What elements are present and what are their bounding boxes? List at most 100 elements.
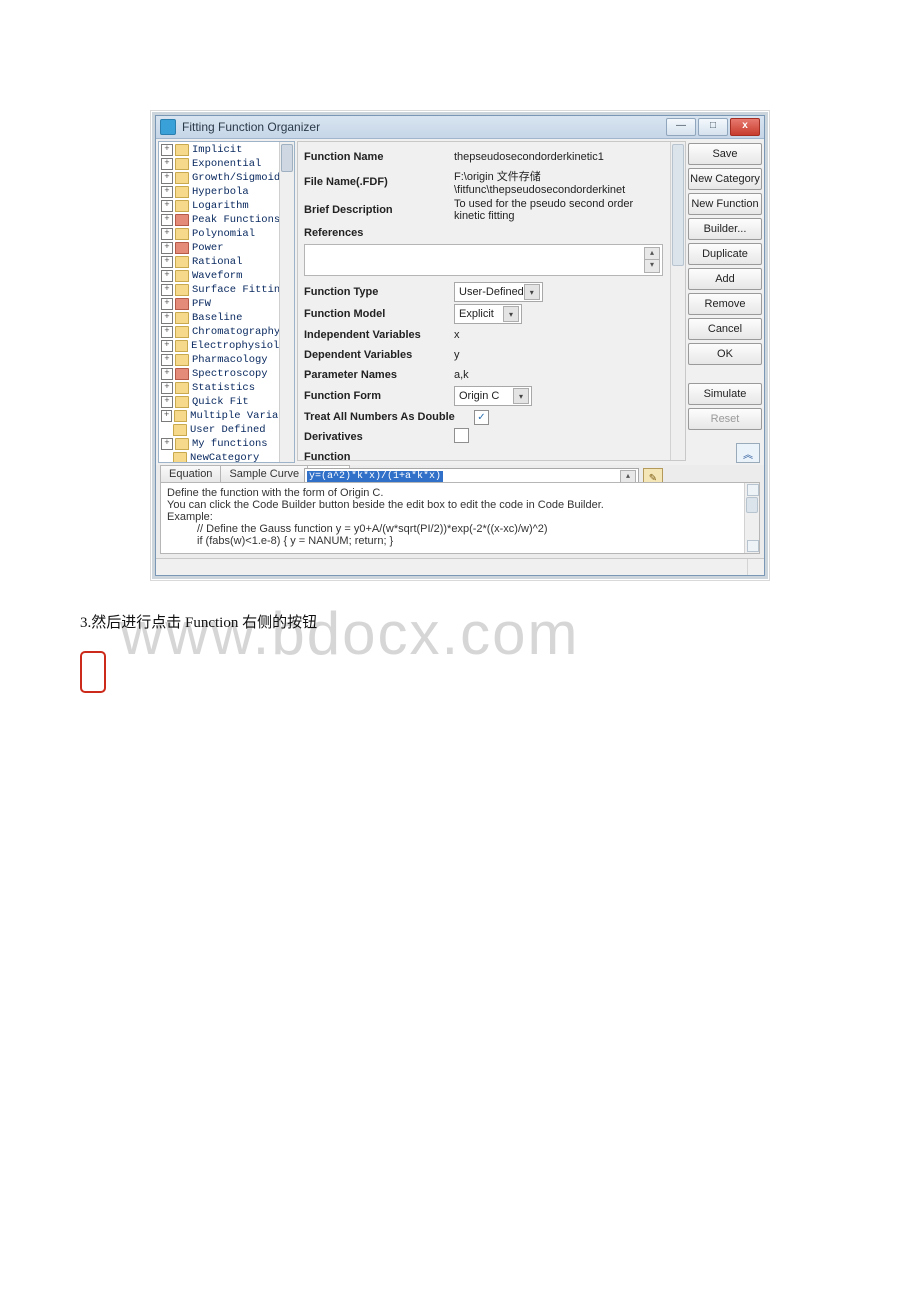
tree-item[interactable]: Implicit <box>161 143 294 157</box>
tree-item[interactable]: My functions <box>161 437 294 451</box>
expand-toggle-icon[interactable] <box>161 396 173 408</box>
tree-item[interactable]: Exponential <box>161 157 294 171</box>
folder-icon <box>175 172 189 184</box>
references-input[interactable]: ▴ ▾ <box>304 244 663 276</box>
expand-toggle-icon[interactable] <box>161 270 173 282</box>
expand-toggle-icon[interactable] <box>161 200 173 212</box>
expand-toggle-icon[interactable] <box>161 298 173 310</box>
tree-item-label: Exponential <box>192 157 261 171</box>
watermark-text: www.bdocx.com <box>120 599 579 668</box>
titlebar: Fitting Function Organizer — □ x <box>156 116 764 139</box>
scroll-down-icon[interactable] <box>747 540 759 552</box>
tree-item[interactable]: Quick Fit <box>161 395 294 409</box>
remove-button[interactable]: Remove <box>688 293 762 315</box>
folder-icon <box>175 312 189 324</box>
tree-item[interactable]: Waveform <box>161 269 294 283</box>
reset-button[interactable]: Reset <box>688 408 762 430</box>
scroll-up-icon[interactable] <box>747 484 759 496</box>
tree-item[interactable]: Statistics <box>161 381 294 395</box>
category-tree[interactable]: ImplicitExponentialGrowth/SigmoidalHyper… <box>158 141 295 463</box>
expand-toggle-icon[interactable] <box>161 354 173 366</box>
form-scrollbar[interactable] <box>670 142 685 460</box>
expand-toggle-icon[interactable] <box>161 438 173 450</box>
tree-item[interactable]: Polynomial <box>161 227 294 241</box>
tree-item[interactable]: Power <box>161 241 294 255</box>
tree-item[interactable]: Surface Fitting <box>161 283 294 297</box>
derivatives-checkbox[interactable] <box>454 428 469 443</box>
tree-item-label: PFW <box>192 297 211 311</box>
tree-item[interactable]: Hyperbola <box>161 185 294 199</box>
tree-item[interactable]: Baseline <box>161 311 294 325</box>
expand-toggle-icon[interactable] <box>161 382 173 394</box>
tree-item[interactable]: User Defined <box>161 423 294 437</box>
expand-toggle-icon[interactable] <box>161 242 173 254</box>
save-button[interactable]: Save <box>688 143 762 165</box>
cancel-button[interactable]: Cancel <box>688 318 762 340</box>
tree-item[interactable]: Logarithm <box>161 199 294 213</box>
tree-item[interactable]: NewCategory <box>161 451 294 463</box>
independent-variables-value[interactable]: x <box>454 329 679 341</box>
expand-toggle-icon[interactable] <box>161 284 173 296</box>
expand-toggle-icon[interactable] <box>161 256 173 268</box>
tree-item[interactable]: Electrophysiology <box>161 339 294 353</box>
tree-item[interactable]: Peak Functions <box>161 213 294 227</box>
hints-scrollbar[interactable] <box>744 483 759 553</box>
scroll-down-icon[interactable]: ▾ <box>644 259 660 273</box>
tree-item[interactable]: Spectroscopy <box>161 367 294 381</box>
step-caption: 3.然后进行点击 Function 右侧的按钮 <box>80 611 920 632</box>
tree-item[interactable]: PFW <box>161 297 294 311</box>
dependent-variables-label: Dependent Variables <box>304 349 454 361</box>
tree-item-label: Rational <box>192 255 242 269</box>
expand-toggle-icon[interactable] <box>161 410 172 422</box>
expand-toggle-icon[interactable] <box>161 312 173 324</box>
tree-item[interactable]: Rational <box>161 255 294 269</box>
expand-toggle-icon[interactable] <box>161 228 173 240</box>
new-function-button[interactable]: New Function <box>688 193 762 215</box>
brief-description-label: Brief Description <box>304 204 454 216</box>
parameter-names-label: Parameter Names <box>304 369 454 381</box>
maximize-button[interactable]: □ <box>698 118 728 136</box>
derivatives-label: Derivatives <box>304 431 454 443</box>
simulate-button[interactable]: Simulate <box>688 383 762 405</box>
folder-icon <box>175 256 189 268</box>
tree-item[interactable]: Pharmacology <box>161 353 294 367</box>
expand-toggle-icon[interactable] <box>161 326 173 338</box>
brief-description-value[interactable]: To used for the pseudo second order kine… <box>454 198 679 222</box>
add-button[interactable]: Add <box>688 268 762 290</box>
new-category-button[interactable]: New Category <box>688 168 762 190</box>
minimize-button[interactable]: — <box>666 118 696 136</box>
tree-item-label: Power <box>192 241 224 255</box>
parameter-names-value[interactable]: a,k <box>454 369 679 381</box>
expand-toggle-icon[interactable] <box>161 172 173 184</box>
function-name-value[interactable]: thepseudosecondorderkinetic1 <box>454 151 679 163</box>
tab-equation[interactable]: Equation <box>160 465 221 482</box>
tree-item[interactable]: Chromatography <box>161 325 294 339</box>
function-form-select[interactable]: Origin C ▾ <box>454 386 532 406</box>
tree-item[interactable]: Multiple Variables <box>161 409 294 423</box>
dependent-variables-value[interactable]: y <box>454 349 679 361</box>
folder-icon <box>175 368 189 380</box>
ok-button[interactable]: OK <box>688 343 762 365</box>
expand-toggle-icon[interactable] <box>161 158 173 170</box>
treat-all-numbers-checkbox[interactable] <box>474 410 489 425</box>
close-button[interactable]: x <box>730 118 760 136</box>
builder-button[interactable]: Builder... <box>688 218 762 240</box>
tree-item-label: User Defined <box>190 423 266 437</box>
tab-sample-curve[interactable]: Sample Curve <box>220 465 308 482</box>
duplicate-button[interactable]: Duplicate <box>688 243 762 265</box>
expand-toggle-icon[interactable] <box>161 186 173 198</box>
chevron-down-icon: ▾ <box>503 306 519 322</box>
collapse-toggle[interactable]: ︽ <box>736 443 760 463</box>
expand-toggle-icon[interactable] <box>161 214 173 226</box>
hints-line: You can click the Code Builder button be… <box>167 499 753 511</box>
function-type-select[interactable]: User-Defined ▾ <box>454 282 543 302</box>
treat-all-numbers-label: Treat All Numbers As Double <box>304 411 474 423</box>
tree-item[interactable]: Growth/Sigmoidal <box>161 171 294 185</box>
tree-scrollbar[interactable] <box>279 142 294 462</box>
expand-toggle-icon[interactable] <box>161 368 173 380</box>
function-model-select[interactable]: Explicit ▾ <box>454 304 522 324</box>
chevron-down-icon: ▾ <box>513 388 529 404</box>
expand-toggle-icon[interactable] <box>161 340 173 352</box>
folder-icon <box>175 200 189 212</box>
expand-toggle-icon[interactable] <box>161 144 173 156</box>
